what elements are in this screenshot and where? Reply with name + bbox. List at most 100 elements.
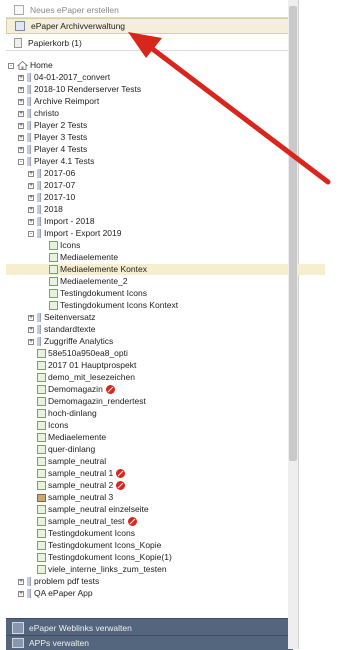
tree-folder-item[interactable]: + Player 4 Tests (18, 144, 87, 155)
document-icon (37, 481, 46, 490)
tree-document-item[interactable]: sample_neutral (28, 456, 106, 467)
tree-folder-item[interactable]: + QA ePaper App (18, 588, 93, 599)
tree-folder-item[interactable]: + Player 3 Tests (18, 132, 87, 143)
tree-folder-item[interactable]: - Player 4.1 Tests (18, 156, 94, 167)
expand-toggle-icon[interactable]: + (28, 338, 34, 345)
apps-button[interactable]: APPs verwalten (6, 635, 293, 650)
tree-document-item[interactable]: Mediaelemente (40, 252, 118, 263)
folder-icon (27, 97, 31, 106)
tree-folder-item[interactable]: +04-01-2017_convert (18, 72, 110, 83)
expand-toggle-icon[interactable]: + (28, 314, 34, 321)
tree-document-item[interactable]: Demomagazin_rendertest (28, 396, 146, 407)
folder-icon (37, 337, 41, 346)
expand-toggle-icon[interactable]: + (18, 98, 24, 105)
tree-document-item[interactable]: 2017 01 Hauptprospekt (28, 360, 136, 371)
tree-folder-item[interactable]: + standardtexte (28, 324, 96, 335)
tree-document-item[interactable]: Icons (28, 420, 68, 431)
tree-folder-item[interactable]: + problem pdf tests (18, 576, 99, 587)
tree-document-item[interactable]: hoch-dinlang (28, 408, 97, 419)
collapse-toggle-icon[interactable]: - (18, 158, 24, 165)
tree-folder-item[interactable]: + Archive Reimport (18, 96, 99, 107)
expand-toggle-icon[interactable]: + (18, 146, 24, 153)
tree-document-item[interactable]: 58e510a950ea8_opti (28, 348, 128, 359)
tree-document-item[interactable]: viele_interne_links_zum_testen (28, 564, 167, 575)
tree-item-label: Testingdokument Icons_Kopie(1) (48, 552, 172, 562)
tree-item-label: standardtexte (44, 324, 96, 334)
tree-item-label: 04-01-2017_convert (34, 72, 111, 82)
document-icon (37, 445, 46, 454)
document-icon (37, 385, 46, 394)
tree-document-item[interactable]: Testingdokument Icons (40, 288, 147, 299)
tree-folder-item[interactable]: +2017-10 (28, 192, 75, 203)
expand-toggle-icon[interactable]: + (28, 326, 34, 333)
tree-document-item[interactable]: sample_neutral einzelseite (28, 504, 149, 515)
tree-item-label: Testingdokument Icons (48, 528, 135, 538)
expand-toggle-icon[interactable]: + (18, 134, 24, 141)
epaper-archive-button[interactable]: ePaper Archivverwaltung (6, 18, 291, 34)
expand-toggle-icon[interactable]: + (28, 194, 34, 201)
folder-icon (27, 589, 31, 598)
tree-document-item[interactable]: Demomagazin (28, 384, 115, 395)
tree-document-item[interactable]: sample_neutral 3 (28, 492, 113, 503)
tree-document-item[interactable]: Testingdokument Icons_Kopie (28, 540, 161, 551)
expand-toggle-icon[interactable]: + (28, 182, 34, 189)
tree-folder-item[interactable]: + Seitenversatz (28, 312, 96, 323)
document-icon (49, 253, 58, 262)
expand-toggle-icon[interactable]: + (28, 206, 34, 213)
collapse-toggle-icon[interactable]: - (8, 62, 14, 69)
tree-item-label: Player 2 Tests (34, 120, 88, 130)
document-icon (37, 409, 46, 418)
expand-toggle-icon[interactable]: + (18, 86, 24, 93)
scrollbar-thumb[interactable] (289, 6, 297, 461)
document-icon (49, 301, 58, 310)
tree-folder-item[interactable]: + Zuggriffe Analytics (28, 336, 113, 347)
tree-item-label: Player 3 Tests (34, 132, 88, 142)
expand-toggle-icon[interactable]: + (18, 590, 24, 597)
tree-folder-item[interactable]: + christo (18, 108, 59, 119)
expand-toggle-icon[interactable]: + (18, 122, 24, 129)
tree-folder-item[interactable]: - Import - Export 2019 (28, 228, 121, 239)
expand-toggle-icon[interactable]: + (18, 578, 24, 585)
trash-button[interactable]: Papierkorb (1) (6, 35, 291, 51)
tree-item-label: Archive Reimport (34, 96, 100, 106)
tree-document-item[interactable]: quer-dinlang (28, 444, 95, 455)
tree-document-item[interactable]: Mediaelemente_2 (40, 276, 128, 287)
tree-item-label: Testingdokument Icons_Kopie (48, 540, 162, 550)
weblinks-label: ePaper Weblinks verwalten (29, 622, 132, 633)
tree-item-label: Player 4.1 Tests (34, 156, 95, 166)
tree-document-item[interactable]: sample_neutral 1 (28, 468, 126, 479)
tree-item-label: Mediaelemente_2 (60, 276, 128, 286)
tree-root-home[interactable]: - Home (8, 60, 53, 71)
expand-toggle-icon[interactable]: + (18, 74, 24, 81)
expand-toggle-icon[interactable]: + (28, 218, 34, 225)
tree-item-label: Mediaelemente Kontex (60, 264, 147, 274)
tree-document-item[interactable]: sample_neutral_test (28, 516, 137, 527)
tree-item-label: Import - Export 2019 (44, 228, 122, 238)
new-epaper-button[interactable]: Neues ePaper erstellen (6, 2, 291, 18)
expand-toggle-icon[interactable]: + (28, 170, 34, 177)
collapse-toggle-icon[interactable]: - (28, 230, 34, 237)
trash-label: Papierkorb (1) (28, 37, 82, 48)
tree-document-item[interactable]: Mediaelemente (28, 432, 106, 443)
document-icon (37, 457, 46, 466)
tree-document-item[interactable]: sample_neutral 2 (28, 480, 126, 491)
tree-document-item[interactable]: Mediaelemente Kontex (6, 264, 325, 275)
tree-document-item[interactable]: Testingdokument Icons (28, 528, 135, 539)
tree-folder-item[interactable]: +2017-06 (28, 168, 75, 179)
tree-item-label: Player 4 Tests (34, 144, 88, 154)
tree-item-label: viele_interne_links_zum_testen (48, 564, 167, 574)
weblinks-button[interactable]: ePaper Weblinks verwalten (6, 618, 293, 636)
tree-folder-item[interactable]: + Import - 2018 (28, 216, 95, 227)
tree-folder-item[interactable]: +2018-10 Renderserver Tests (18, 84, 141, 95)
document-icon (37, 421, 46, 430)
document-icon (37, 505, 46, 514)
tree-folder-item[interactable]: +2018 (28, 204, 63, 215)
tree-folder-item[interactable]: +2017-07 (28, 180, 75, 191)
tree-document-item[interactable]: Testingdokument Icons Kontext (40, 300, 178, 311)
tree-document-item[interactable]: demo_mit_lesezeichen (28, 372, 135, 383)
tree-folder-item[interactable]: + Player 2 Tests (18, 120, 87, 131)
tree-document-item[interactable]: Icons (40, 240, 80, 251)
expand-toggle-icon[interactable]: + (18, 110, 24, 117)
blocked-status-icon (127, 517, 137, 526)
tree-document-item[interactable]: Testingdokument Icons_Kopie(1) (28, 552, 172, 563)
